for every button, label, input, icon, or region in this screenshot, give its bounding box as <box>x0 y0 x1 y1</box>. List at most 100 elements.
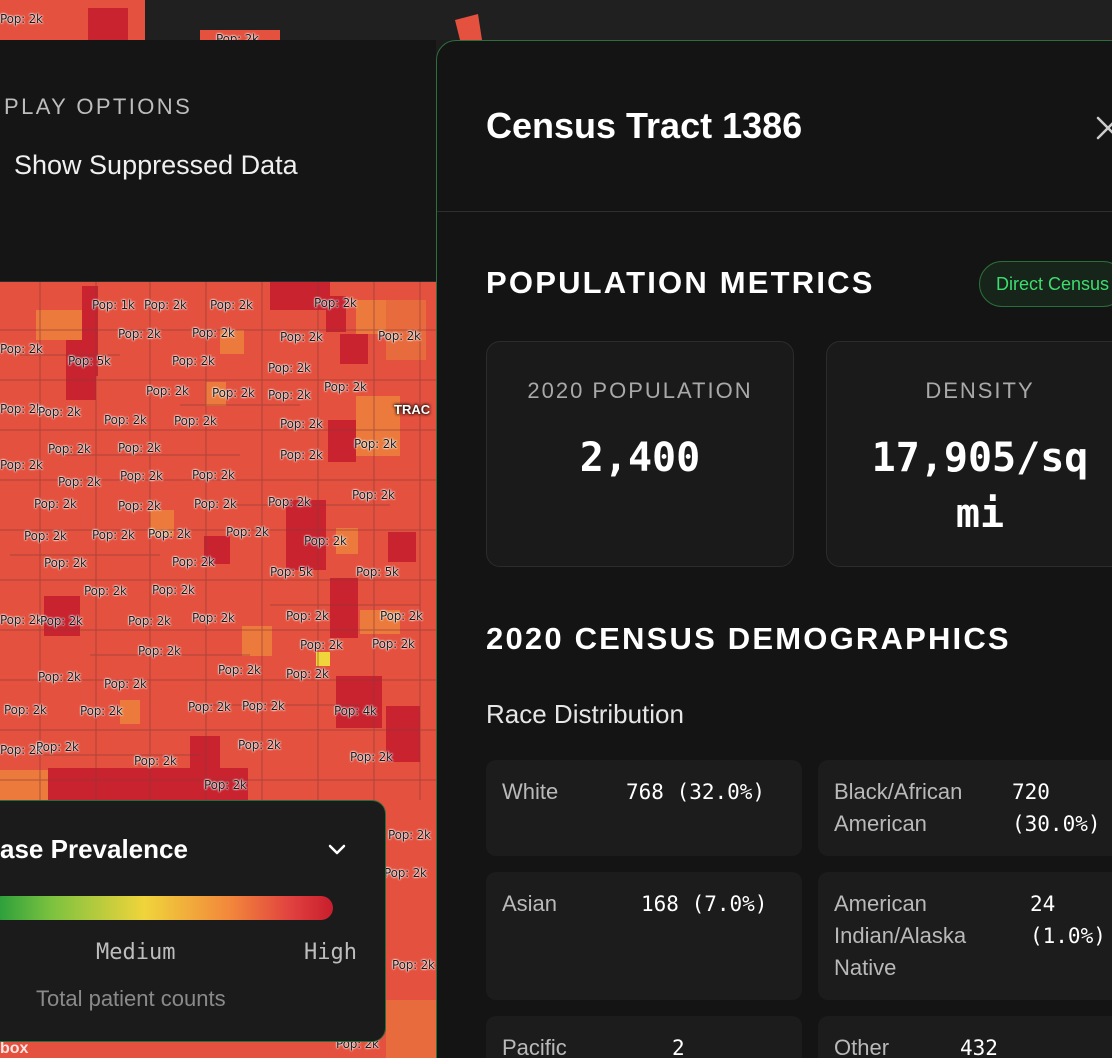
metric-card-density: DENSITY 17,905/sq mi <box>826 341 1112 567</box>
race-card-black: Black/African American 720 (30.0%) <box>818 760 1112 856</box>
map-pop-label: Pop: 2k <box>192 326 235 340</box>
map-pop-label: Pop: 2k <box>210 298 253 312</box>
metric-label: DENSITY <box>925 378 1035 403</box>
map-pop-label: Pop: 2k <box>118 441 161 455</box>
map-pop-label: Pop: 5k <box>356 565 399 579</box>
map-pop-label: Pop: 2k <box>44 556 87 570</box>
map-pop-label: Pop: 2k <box>280 448 323 462</box>
map-pop-label: Pop: 2k <box>36 740 79 754</box>
legend-subtitle: Total patient counts <box>36 986 226 1011</box>
legend-high-label: High <box>304 940 357 965</box>
map-pop-label: Pop: 2k <box>120 469 163 483</box>
race-name: Pacific <box>502 1035 567 1058</box>
map-pop-label: Pop: 2k <box>4 703 47 717</box>
race-name: Black/African American <box>834 779 963 836</box>
map-pop-label: Pop: 2k <box>152 583 195 597</box>
race-card-pacific: Pacific 2 <box>486 1016 802 1058</box>
map-pop-label: Pop: 5k <box>270 565 313 579</box>
race-card-asian: Asian 168 (7.0%) <box>486 872 802 1000</box>
map-pop-label: Pop: 2k <box>378 329 421 343</box>
race-value: 720 (30.0%) <box>1012 780 1101 836</box>
metric-value: 2,400 <box>579 435 701 481</box>
map-pop-label: Pop: 2k <box>104 677 147 691</box>
map-pop-label: Pop: 4k <box>334 704 377 718</box>
race-value: 24 (1.0%) <box>1030 892 1106 948</box>
map-pop-label: Pop: 2k <box>388 828 431 842</box>
display-options-title: PLAY OPTIONS <box>4 94 193 119</box>
map-pop-label: Pop: 2k <box>304 534 347 548</box>
chevron-down-icon[interactable] <box>326 838 348 860</box>
map-pop-label: Pop: 2k <box>40 614 83 628</box>
race-name: American Indian/Alaska Native <box>834 891 967 980</box>
map-pop-label: Pop: 2k <box>192 611 235 625</box>
map-pop-label: Pop: 2k <box>172 354 215 368</box>
map-pop-label: Pop: 2k <box>226 525 269 539</box>
legend-medium-label: Medium <box>96 940 176 965</box>
map-pop-label: Pop: 2k <box>384 866 427 880</box>
map-pop-label: Pop: 2k <box>146 384 189 398</box>
map-pop-label: Pop: 2k <box>80 704 123 718</box>
map-pop-label: Pop: 2k <box>134 754 177 768</box>
map-pop-label: Pop: 2k <box>280 417 323 431</box>
map-pop-label: Pop: 2k <box>38 405 81 419</box>
map-pop-label: Pop: 2k <box>24 529 67 543</box>
panel-title: Census Tract 1386 <box>486 105 803 146</box>
map-pop-label: Pop: 5k <box>68 354 111 368</box>
map-pop-label: Pop: 2k <box>352 488 395 502</box>
map-pop-label: Pop: 2k <box>0 402 43 416</box>
show-suppressed-data-toggle[interactable]: Show Suppressed Data <box>14 150 298 181</box>
metric-value: 17,905/sq mi <box>871 435 1089 537</box>
map-pop-label: Pop: 2k <box>34 497 77 511</box>
map-pop-label: Pop: 1k <box>92 298 135 312</box>
map-pop-label: Pop: 2k <box>280 330 323 344</box>
map-pop-label: Pop: 2k <box>0 342 43 356</box>
map-pop-label: Pop: 2k <box>324 380 367 394</box>
map-pop-label: Pop: 2k <box>38 670 81 684</box>
map-pop-label: Pop: 2k <box>242 699 285 713</box>
metric-label: 2020 POPULATION <box>527 378 753 403</box>
race-card-american-indian: American Indian/Alaska Native 24 (1.0%) <box>818 872 1112 1000</box>
close-icon[interactable] <box>1093 113 1112 143</box>
map-pop-label: Pop: 2k <box>58 475 101 489</box>
map-pop-label: Pop: 2k <box>212 386 255 400</box>
map-pop-label: Pop: 2k <box>300 638 343 652</box>
race-name: Asian <box>502 891 558 916</box>
map-pop-label: Pop: 2k <box>128 614 171 628</box>
race-value: 168 (7.0%) <box>641 892 768 916</box>
map-tract-tag: TRAC <box>394 402 431 417</box>
map-pop-label: Pop: 2k <box>392 958 435 972</box>
map-pop-label: Pop: 2k <box>238 738 281 752</box>
race-value: 2 <box>672 1036 685 1058</box>
race-card-white: White 768 (32.0%) <box>486 760 802 856</box>
map-pop-label: Pop: 2k <box>350 750 393 764</box>
map-pop-label: Pop: 2k <box>118 327 161 341</box>
legend-title: ase Prevalence <box>0 834 188 864</box>
map-pop-label: Pop: 2k <box>218 663 261 677</box>
map-pop-label: Pop: 2k <box>286 609 329 623</box>
race-value: 768 (32.0%) <box>626 780 766 804</box>
map-pop-label: Pop: 2k <box>92 528 135 542</box>
map-pop-label: Pop: 2k <box>0 613 43 627</box>
census-demographics-title: 2020 CENSUS DEMOGRAPHICS <box>486 621 1011 656</box>
map-pop-label: Pop: 2k <box>174 414 217 428</box>
map-pop-label: Pop: 2k <box>0 458 43 472</box>
population-metrics-title: POPULATION METRICS <box>486 265 875 300</box>
map-pop-label: Pop: 2k <box>192 468 235 482</box>
map-pop-label: Pop: 2k <box>268 361 311 375</box>
map-pop-label: Pop: 2k <box>0 12 43 26</box>
race-value: 432 <box>960 1036 998 1058</box>
map-pop-label: Pop: 2k <box>148 527 191 541</box>
map-pop-label: Pop: 2k <box>118 499 161 513</box>
header-divider <box>437 211 1112 212</box>
map-pop-label: Pop: 2k <box>372 637 415 651</box>
map-pop-label: Pop: 2k <box>84 584 127 598</box>
map-pop-label: Pop: 2k <box>268 388 311 402</box>
direct-census-badge: Direct Census <box>979 261 1112 307</box>
map-pop-label: Pop: 2k <box>144 298 187 312</box>
map-pop-label: Pop: 2k <box>104 413 147 427</box>
map-pop-label: Pop: 2k <box>354 437 397 451</box>
map-pop-label: Pop: 2k <box>138 644 181 658</box>
map-pop-label: Pop: 2k <box>268 495 311 509</box>
map-pop-label: Pop: 2k <box>204 778 247 792</box>
map-pop-label: Pop: 2k <box>188 700 231 714</box>
